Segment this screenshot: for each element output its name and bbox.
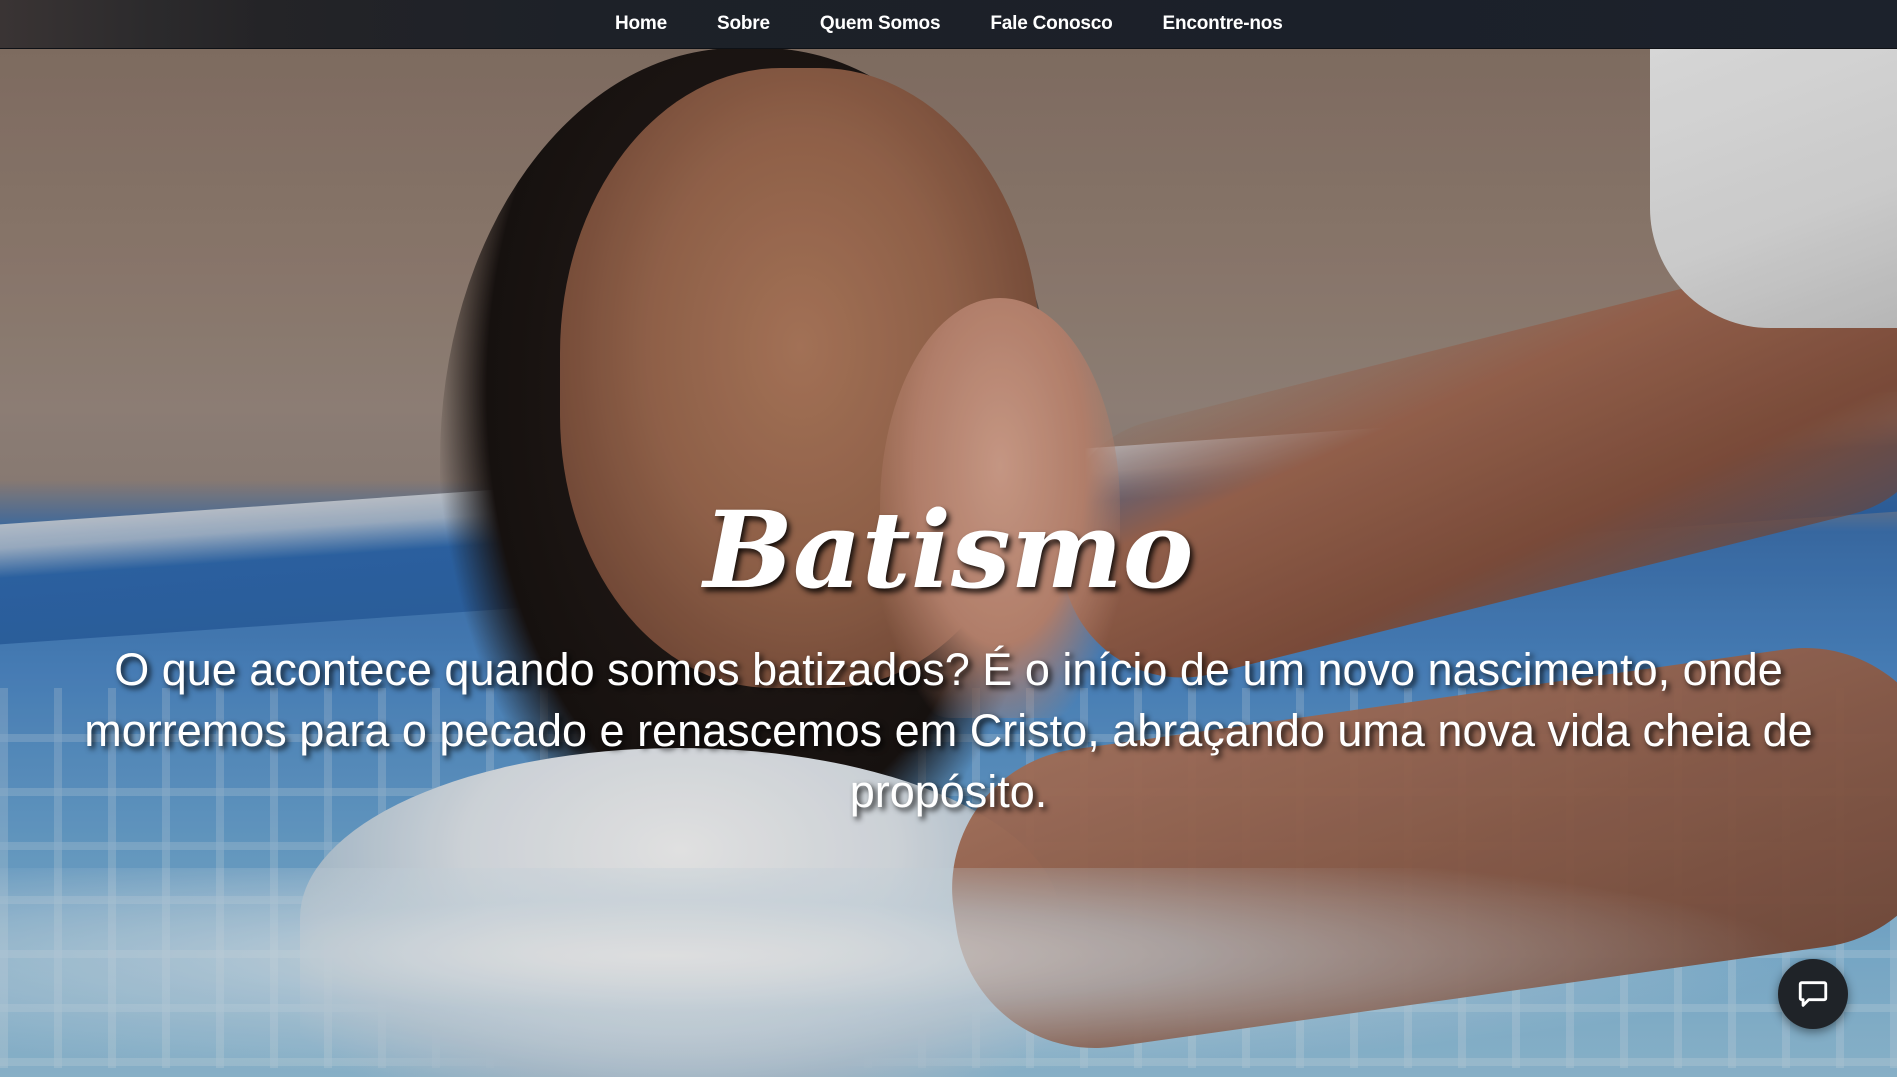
nav-home-link[interactable]: Home	[590, 13, 692, 35]
hero-section: Batismo O que acontece quando somos bati…	[0, 48, 1897, 1077]
nav-sobre-link[interactable]: Sobre	[692, 13, 795, 35]
hero-text: O que acontece quando somos batizados? É…	[84, 644, 1813, 817]
nav-quem-somos-link[interactable]: Quem Somos	[795, 13, 965, 35]
nav-fale-conosco-link[interactable]: Fale Conosco	[965, 13, 1137, 35]
hero-title: Batismo	[703, 487, 1194, 613]
chat-bubble-icon	[1798, 981, 1828, 1007]
chat-button[interactable]	[1778, 959, 1848, 1029]
top-navbar: Home Sobre Quem Somos Fale Conosco Encon…	[0, 0, 1897, 49]
nav-encontre-nos-link[interactable]: Encontre-nos	[1138, 13, 1308, 35]
page: Home Sobre Quem Somos Fale Conosco Encon…	[0, 0, 1897, 1077]
navbar-shade	[0, 0, 260, 48]
nav-links: Home Sobre Quem Somos Fale Conosco Encon…	[590, 0, 1308, 48]
